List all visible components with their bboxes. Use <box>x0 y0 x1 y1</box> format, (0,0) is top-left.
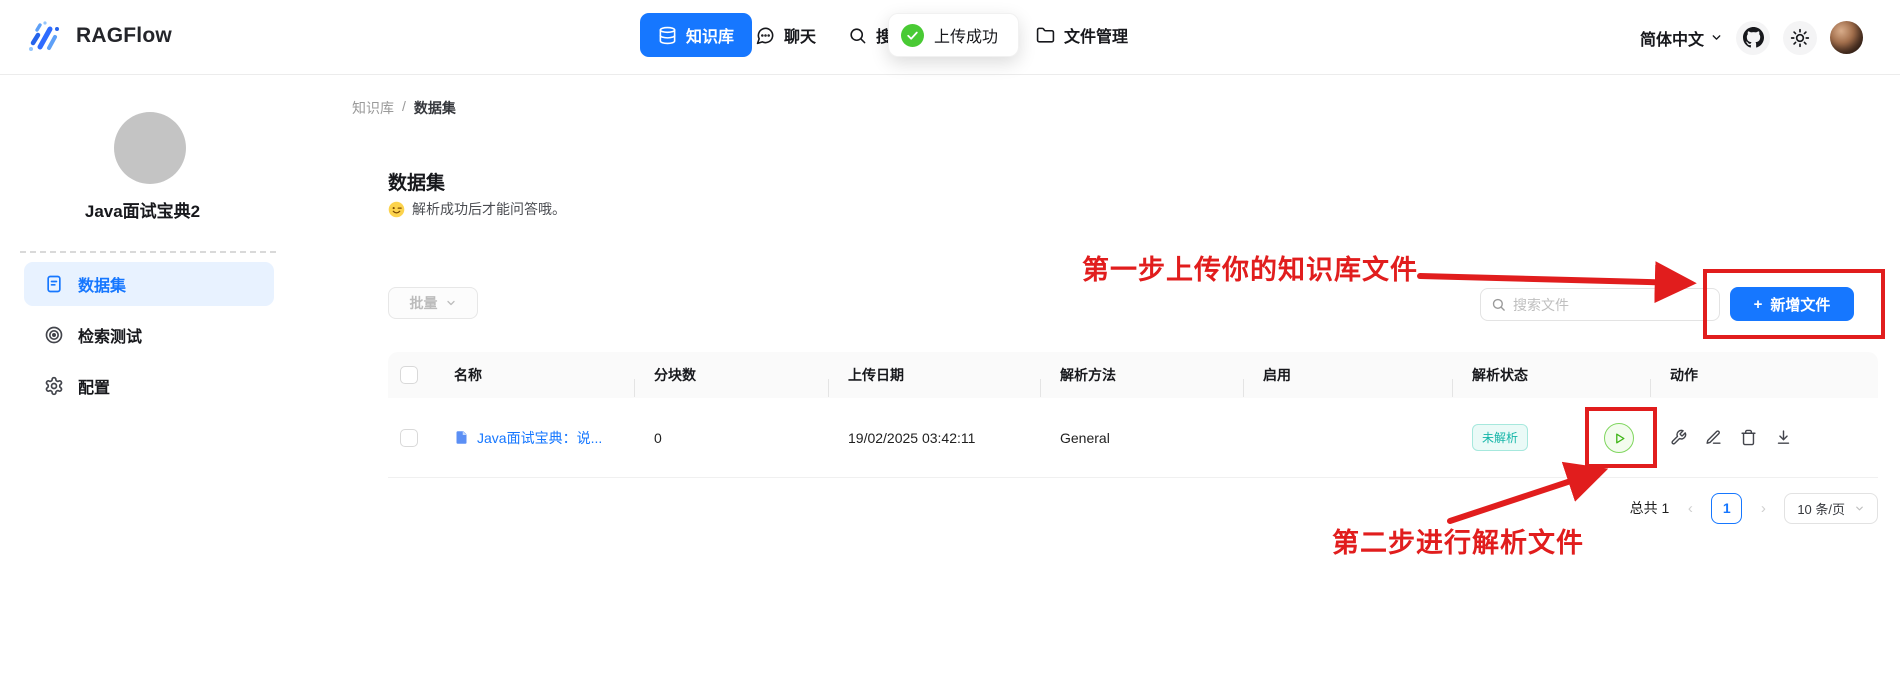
brand-name: RAGFlow <box>76 24 172 47</box>
file-search-box <box>1480 288 1720 321</box>
pagination-total: 总共 1 <box>1629 500 1670 516</box>
download-icon[interactable] <box>1775 429 1792 446</box>
chevron-down-icon <box>1710 31 1723 44</box>
select-all-checkbox[interactable] <box>400 366 418 384</box>
col-upload-date: 上传日期 <box>828 365 1040 397</box>
check-circle-icon <box>901 23 924 47</box>
search-icon <box>848 26 867 45</box>
sidebar-item-label: 检索测试 <box>78 329 143 346</box>
chevron-down-icon <box>446 300 455 306</box>
file-icon <box>456 431 467 444</box>
row-checkbox[interactable] <box>400 428 418 447</box>
kb-sidebar: Java面试宝典2 数据集 检索测试 配置 <box>0 75 285 679</box>
app-header: RAGFlow 知识库 聊天 搜索 <box>0 0 1900 75</box>
breadcrumb-separator: / <box>402 98 406 114</box>
theme-toggle-button[interactable] <box>1783 20 1818 55</box>
page-subtitle-text: 解析成功后才能问答哦。 <box>412 201 566 217</box>
nav-label: 聊天 <box>784 29 817 46</box>
page-subtitle: 解析成功后才能问答哦。 <box>388 199 566 219</box>
breadcrumb-root[interactable]: 知识库 <box>352 98 394 118</box>
nav-chat[interactable]: 聊天 <box>756 13 816 57</box>
smiley-icon <box>388 201 405 218</box>
sidebar-item-label: 数据集 <box>78 278 127 295</box>
ragflow-logo-icon <box>24 16 64 56</box>
parse-play-button[interactable] <box>1604 423 1634 453</box>
tool-wrench-icon[interactable] <box>1670 429 1687 446</box>
sun-icon <box>1790 28 1810 48</box>
file-search-input[interactable] <box>1513 296 1709 313</box>
add-file-label: 新增文件 <box>1770 296 1831 314</box>
search-icon <box>1492 298 1505 311</box>
language-label: 简体中文 <box>1640 31 1705 49</box>
chevron-down-icon <box>1856 506 1863 510</box>
page-size-select[interactable]: 10 条/页 <box>1784 492 1878 524</box>
brand[interactable]: RAGFlow <box>24 16 172 56</box>
sidebar-item-configuration[interactable]: 配置 <box>24 364 274 408</box>
github-button[interactable] <box>1736 20 1771 55</box>
prev-page-button[interactable]: ‹ <box>1683 500 1697 517</box>
nav-label: 文件管理 <box>1064 29 1129 46</box>
sidebar-item-retrieval-test[interactable]: 检索测试 <box>24 313 274 357</box>
add-file-button[interactable]: + 新增文件 <box>1730 287 1854 321</box>
kb-name: Java面试宝典2 <box>84 202 201 221</box>
file-name-link[interactable]: Java面试宝典：说... <box>477 428 602 448</box>
col-parse-status: 解析状态 <box>1452 365 1650 397</box>
nav-knowledge-base[interactable]: 知识库 <box>640 13 753 57</box>
github-icon <box>1742 27 1764 48</box>
sidebar-divider <box>20 251 276 253</box>
annotation-step2: 第二步进行解析文件 <box>1332 528 1584 558</box>
upload-success-toast: 上传成功 <box>888 13 1020 57</box>
language-selector[interactable]: 简体中文 <box>1640 26 1723 50</box>
cell-upload-date: 19/02/2025 03:42:11 <box>848 429 976 446</box>
trash-icon[interactable] <box>1740 429 1757 446</box>
plus-icon: + <box>1753 295 1763 313</box>
dataset-table: 名称 分块数 上传日期 解析方法 启用 解析状态 动作 Java面试宝典：说..… <box>388 352 1878 478</box>
cell-chunks: 0 <box>654 429 662 446</box>
gear-icon <box>44 376 64 396</box>
col-name: 名称 <box>454 367 482 383</box>
user-avatar[interactable] <box>1830 21 1864 54</box>
database-icon <box>658 26 677 45</box>
next-page-button[interactable]: › <box>1756 500 1770 517</box>
chat-bubble-icon <box>756 26 775 45</box>
parse-status-badge: 未解析 <box>1472 424 1529 451</box>
nav-file-management[interactable]: 文件管理 <box>1036 13 1128 57</box>
edit-pencil-icon[interactable] <box>1705 429 1722 446</box>
page-title: 数据集 <box>388 173 446 194</box>
breadcrumb: 知识库 / 数据集 <box>352 98 456 118</box>
annotation-arrows <box>1417 261 1697 524</box>
bulk-label: 批量 <box>409 295 438 311</box>
annotation-step1: 第一步上传你的知识库文件 <box>1082 255 1418 285</box>
col-parse-method: 解析方法 <box>1040 365 1243 397</box>
col-enabled: 启用 <box>1243 365 1452 397</box>
dataset-doc-icon <box>44 274 64 294</box>
pagination: 总共 1 ‹ 1 › 10 条/页 <box>1540 492 1878 524</box>
bulk-button[interactable]: 批量 <box>388 287 478 319</box>
toast-message: 上传成功 <box>934 29 999 46</box>
nav-label: 知识库 <box>686 29 735 46</box>
play-icon <box>1615 433 1624 443</box>
col-actions: 动作 <box>1650 365 1878 397</box>
kb-avatar <box>114 112 186 184</box>
sidebar-item-label: 配置 <box>78 380 111 397</box>
cell-parse-method: General <box>1060 429 1110 446</box>
table-header-row: 名称 分块数 上传日期 解析方法 启用 解析状态 动作 <box>388 352 1878 398</box>
table-row: Java面试宝典：说... 0 19/02/2025 03:42:11 Gene… <box>388 398 1878 478</box>
folder-icon <box>1036 26 1055 45</box>
breadcrumb-current: 数据集 <box>413 100 456 116</box>
page-size-label: 10 条/页 <box>1797 501 1845 517</box>
page-number-1[interactable]: 1 <box>1711 492 1743 524</box>
sidebar-item-dataset[interactable]: 数据集 <box>24 262 274 306</box>
bullseye-icon <box>44 325 64 345</box>
col-chunks: 分块数 <box>634 365 828 397</box>
